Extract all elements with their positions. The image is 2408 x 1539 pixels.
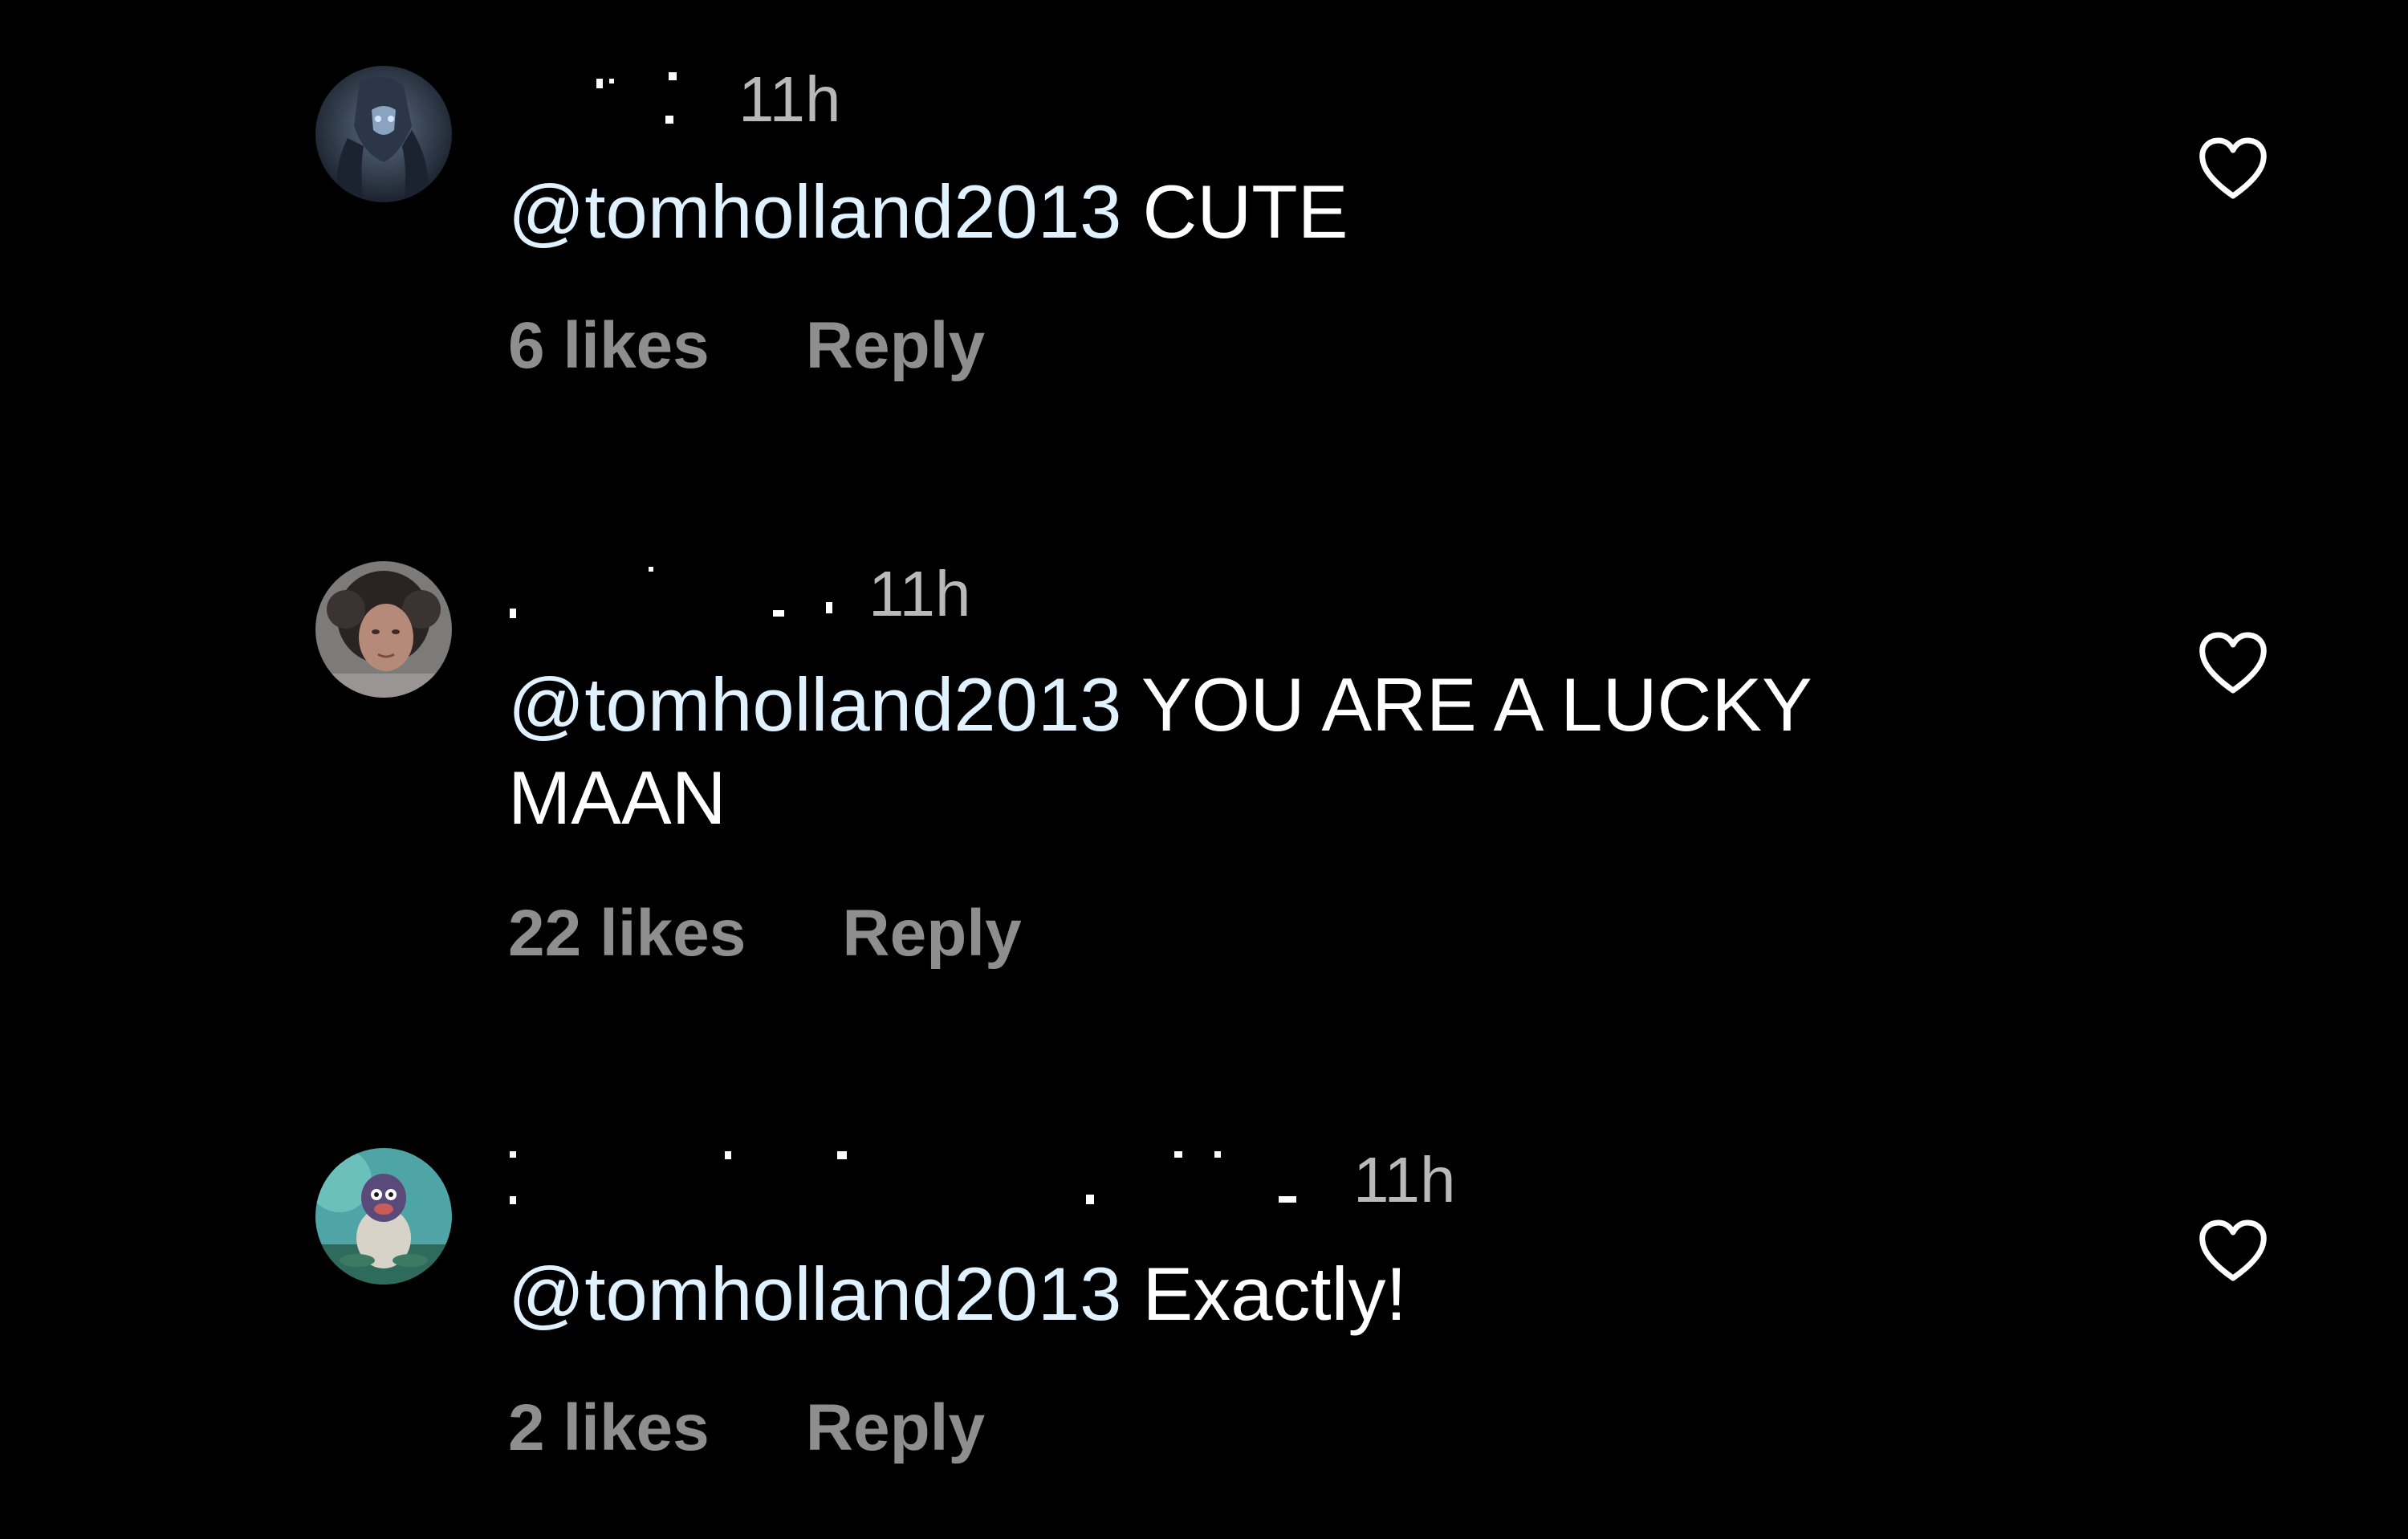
heart-outline-icon xyxy=(2199,137,2267,199)
comment-meta: 22 likes Reply xyxy=(508,898,1022,970)
comment-timestamp: 11h xyxy=(868,558,971,629)
comment-text: @tomholland2013 Exactly! xyxy=(508,1248,1969,1341)
redacted-username-marks xyxy=(510,567,832,618)
reply-button[interactable]: Reply xyxy=(806,310,985,382)
avatar-image xyxy=(315,66,452,202)
likes-count[interactable]: 22 likes xyxy=(508,898,746,970)
reply-button[interactable]: Reply xyxy=(806,1392,985,1464)
mention-link[interactable]: @tomholland2013 xyxy=(508,1252,1121,1336)
likes-count[interactable]: 6 likes xyxy=(508,310,710,382)
comment-meta: 6 likes Reply xyxy=(508,310,985,382)
username-redacted[interactable] xyxy=(508,1150,1296,1206)
redacted-username-marks xyxy=(510,1151,1296,1204)
comment-body: Exactly! xyxy=(1121,1252,1407,1336)
avatar-image xyxy=(315,561,452,698)
comment-body: CUTE xyxy=(1121,169,1348,254)
comment-timestamp: 11h xyxy=(738,63,841,135)
mention-link[interactable]: @tomholland2013 xyxy=(508,662,1121,747)
like-button[interactable] xyxy=(2198,136,2268,201)
likes-count[interactable]: 2 likes xyxy=(508,1392,710,1464)
avatar[interactable] xyxy=(315,561,452,698)
comment-text: @tomholland2013 YOU ARE A LUCKY MAAN xyxy=(508,658,1969,845)
avatar[interactable] xyxy=(315,66,452,202)
username-redacted[interactable] xyxy=(508,564,832,620)
avatar-image xyxy=(315,1148,452,1285)
like-button[interactable] xyxy=(2198,631,2268,695)
heart-outline-icon xyxy=(2199,1219,2267,1281)
username-redacted[interactable] xyxy=(508,69,765,125)
mention-link[interactable]: @tomholland2013 xyxy=(508,169,1121,254)
redacted-username-marks xyxy=(596,72,677,124)
like-button[interactable] xyxy=(2198,1219,2268,1283)
comment-text: @tomholland2013 CUTE xyxy=(508,165,1969,259)
reply-button[interactable]: Reply xyxy=(842,898,1021,970)
heart-outline-icon xyxy=(2199,632,2267,694)
avatar[interactable] xyxy=(315,1148,452,1285)
comment-timestamp: 11h xyxy=(1353,1144,1456,1215)
comment-meta: 2 likes Reply xyxy=(508,1392,985,1464)
